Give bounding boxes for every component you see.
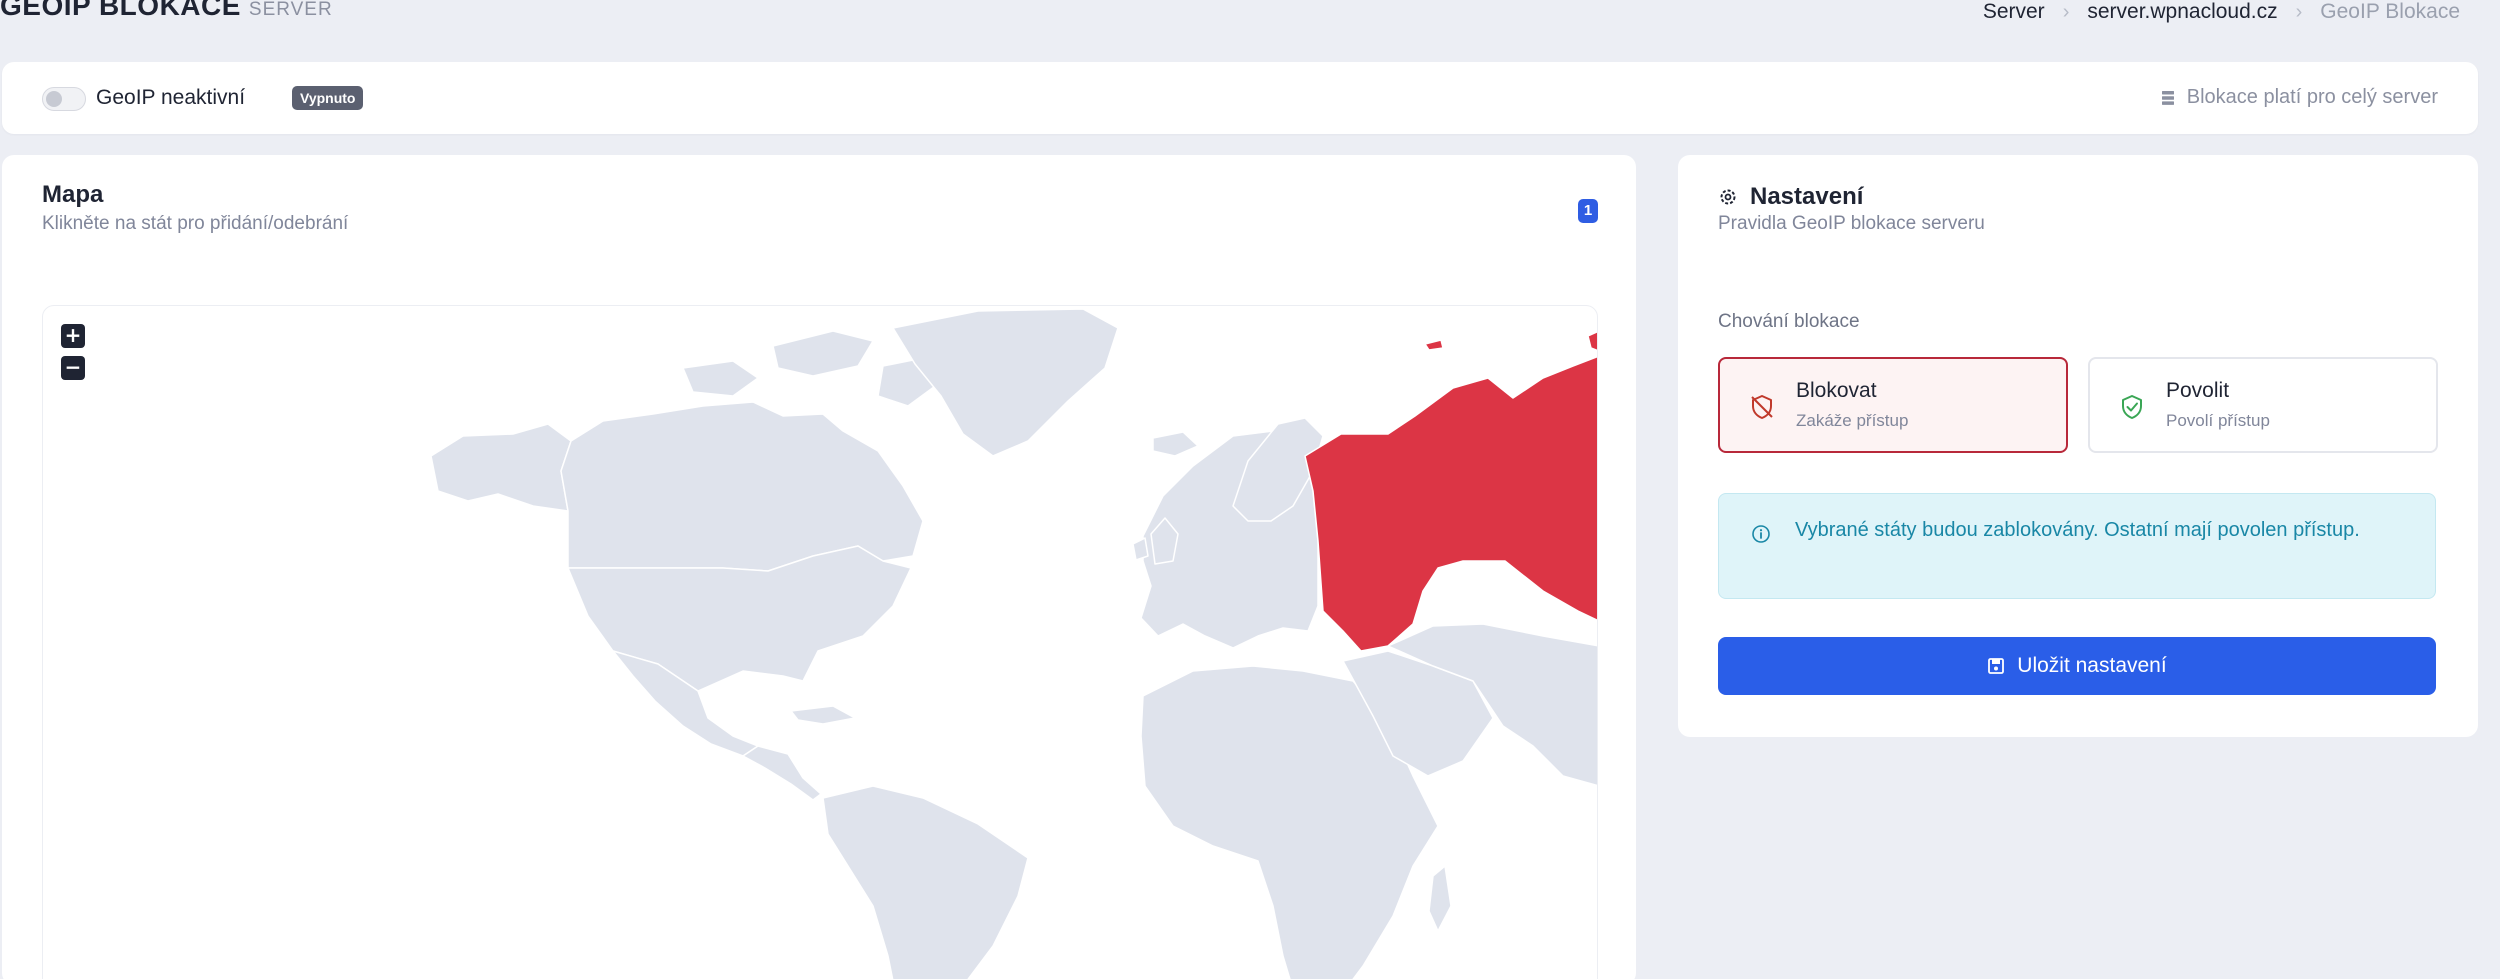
world-map-svg — [430, 308, 1598, 979]
scope-note: Blokace platí pro celý server — [2159, 86, 2438, 109]
breadcrumb-item-host[interactable]: server.wpnacloud.cz — [2087, 0, 2277, 24]
settings-card: Nastavení Pravidla GeoIP blokace serveru… — [1678, 155, 2478, 737]
gear-icon — [1720, 189, 1736, 205]
country-south-america[interactable] — [822, 785, 1029, 979]
chevron-right-icon: › — [2295, 0, 2303, 23]
shield-off-icon — [1751, 395, 1773, 419]
info-icon — [1752, 525, 1770, 543]
country-russia-island[interactable] — [1587, 331, 1598, 352]
geoip-toggle[interactable] — [42, 87, 86, 111]
map-card: Mapa Klikněte na stát pro přidání/odebrá… — [2, 155, 1636, 979]
block-option-title: Blokovat — [1796, 379, 1877, 402]
save-settings-button[interactable]: Uložit nastavení — [1718, 637, 2436, 695]
geoip-status-bar: GeoIP neaktivní Vypnuto Blokace platí pr… — [2, 62, 2478, 134]
settings-title: Nastavení — [1718, 183, 1863, 211]
settings-title-text: Nastavení — [1750, 183, 1864, 210]
world-map: + − — [42, 305, 1598, 979]
country-madagascar[interactable] — [1428, 865, 1452, 932]
country-iceland[interactable] — [1152, 431, 1199, 457]
toggle-knob — [46, 91, 62, 107]
allow-option[interactable]: Povolit Povolí přístup — [2088, 357, 2438, 453]
settings-subtitle: Pravidla GeoIP blokace serveru — [1718, 213, 1985, 234]
info-alert: Vybrané státy budou zablokovány. Ostatní… — [1718, 493, 2436, 599]
country-russia[interactable] — [1304, 355, 1598, 652]
chevron-right-icon: › — [2062, 0, 2070, 23]
geoip-status-label: GeoIP neaktivní — [96, 86, 246, 109]
country-russia-island[interactable] — [1424, 339, 1444, 351]
status-badge: Vypnuto — [292, 86, 364, 110]
save-settings-label: Uložit nastavení — [2017, 654, 2167, 677]
country-canada[interactable] — [560, 401, 924, 572]
block-option[interactable]: Blokovat Zakáže přístup — [1718, 357, 2068, 453]
zoom-in-button[interactable]: + — [61, 324, 85, 348]
block-option-desc: Zakáže přístup — [1796, 411, 1909, 430]
country-cuba[interactable] — [790, 705, 856, 725]
scope-note-text: Blokace platí pro celý server — [2186, 86, 2438, 108]
zoom-out-button[interactable]: − — [61, 356, 85, 380]
page-header: GEOIP BLOKACE SERVER Server › server.wpna… — [0, 0, 2500, 40]
breadcrumb: Server › server.wpnacloud.cz › GeoIP Blo… — [1983, 0, 2460, 24]
behavior-label: Chování blokace — [1718, 311, 1860, 332]
allow-option-desc: Povolí přístup — [2166, 411, 2270, 430]
shield-check-icon — [2122, 395, 2142, 419]
save-icon — [1988, 658, 2005, 674]
country-usa-alaska[interactable] — [430, 423, 572, 512]
allow-option-title: Povolit — [2166, 379, 2230, 402]
map-subtitle: Klikněte na stát pro přidání/odebrání — [42, 213, 349, 234]
breadcrumb-item-current: GeoIP Blokace — [2320, 0, 2460, 23]
selected-count-badge: 1 — [1578, 199, 1598, 223]
country-ireland[interactable] — [1132, 537, 1149, 561]
info-alert-text: Vybrané státy budou zablokovány. Ostatní… — [1795, 519, 2360, 541]
map-title: Mapa — [42, 181, 104, 208]
country-central-america[interactable] — [742, 745, 822, 801]
page-title: GEOIP BLOKACE SERVER — [0, 0, 333, 22]
country-canada-islands[interactable] — [682, 360, 759, 397]
server-icon — [2161, 90, 2174, 105]
country-canada-islands[interactable] — [772, 330, 874, 377]
breadcrumb-item-server[interactable]: Server — [1983, 0, 2045, 24]
page-title-scope: SERVER — [248, 0, 333, 20]
page-title-text: GEOIP BLOKACE — [0, 0, 241, 21]
